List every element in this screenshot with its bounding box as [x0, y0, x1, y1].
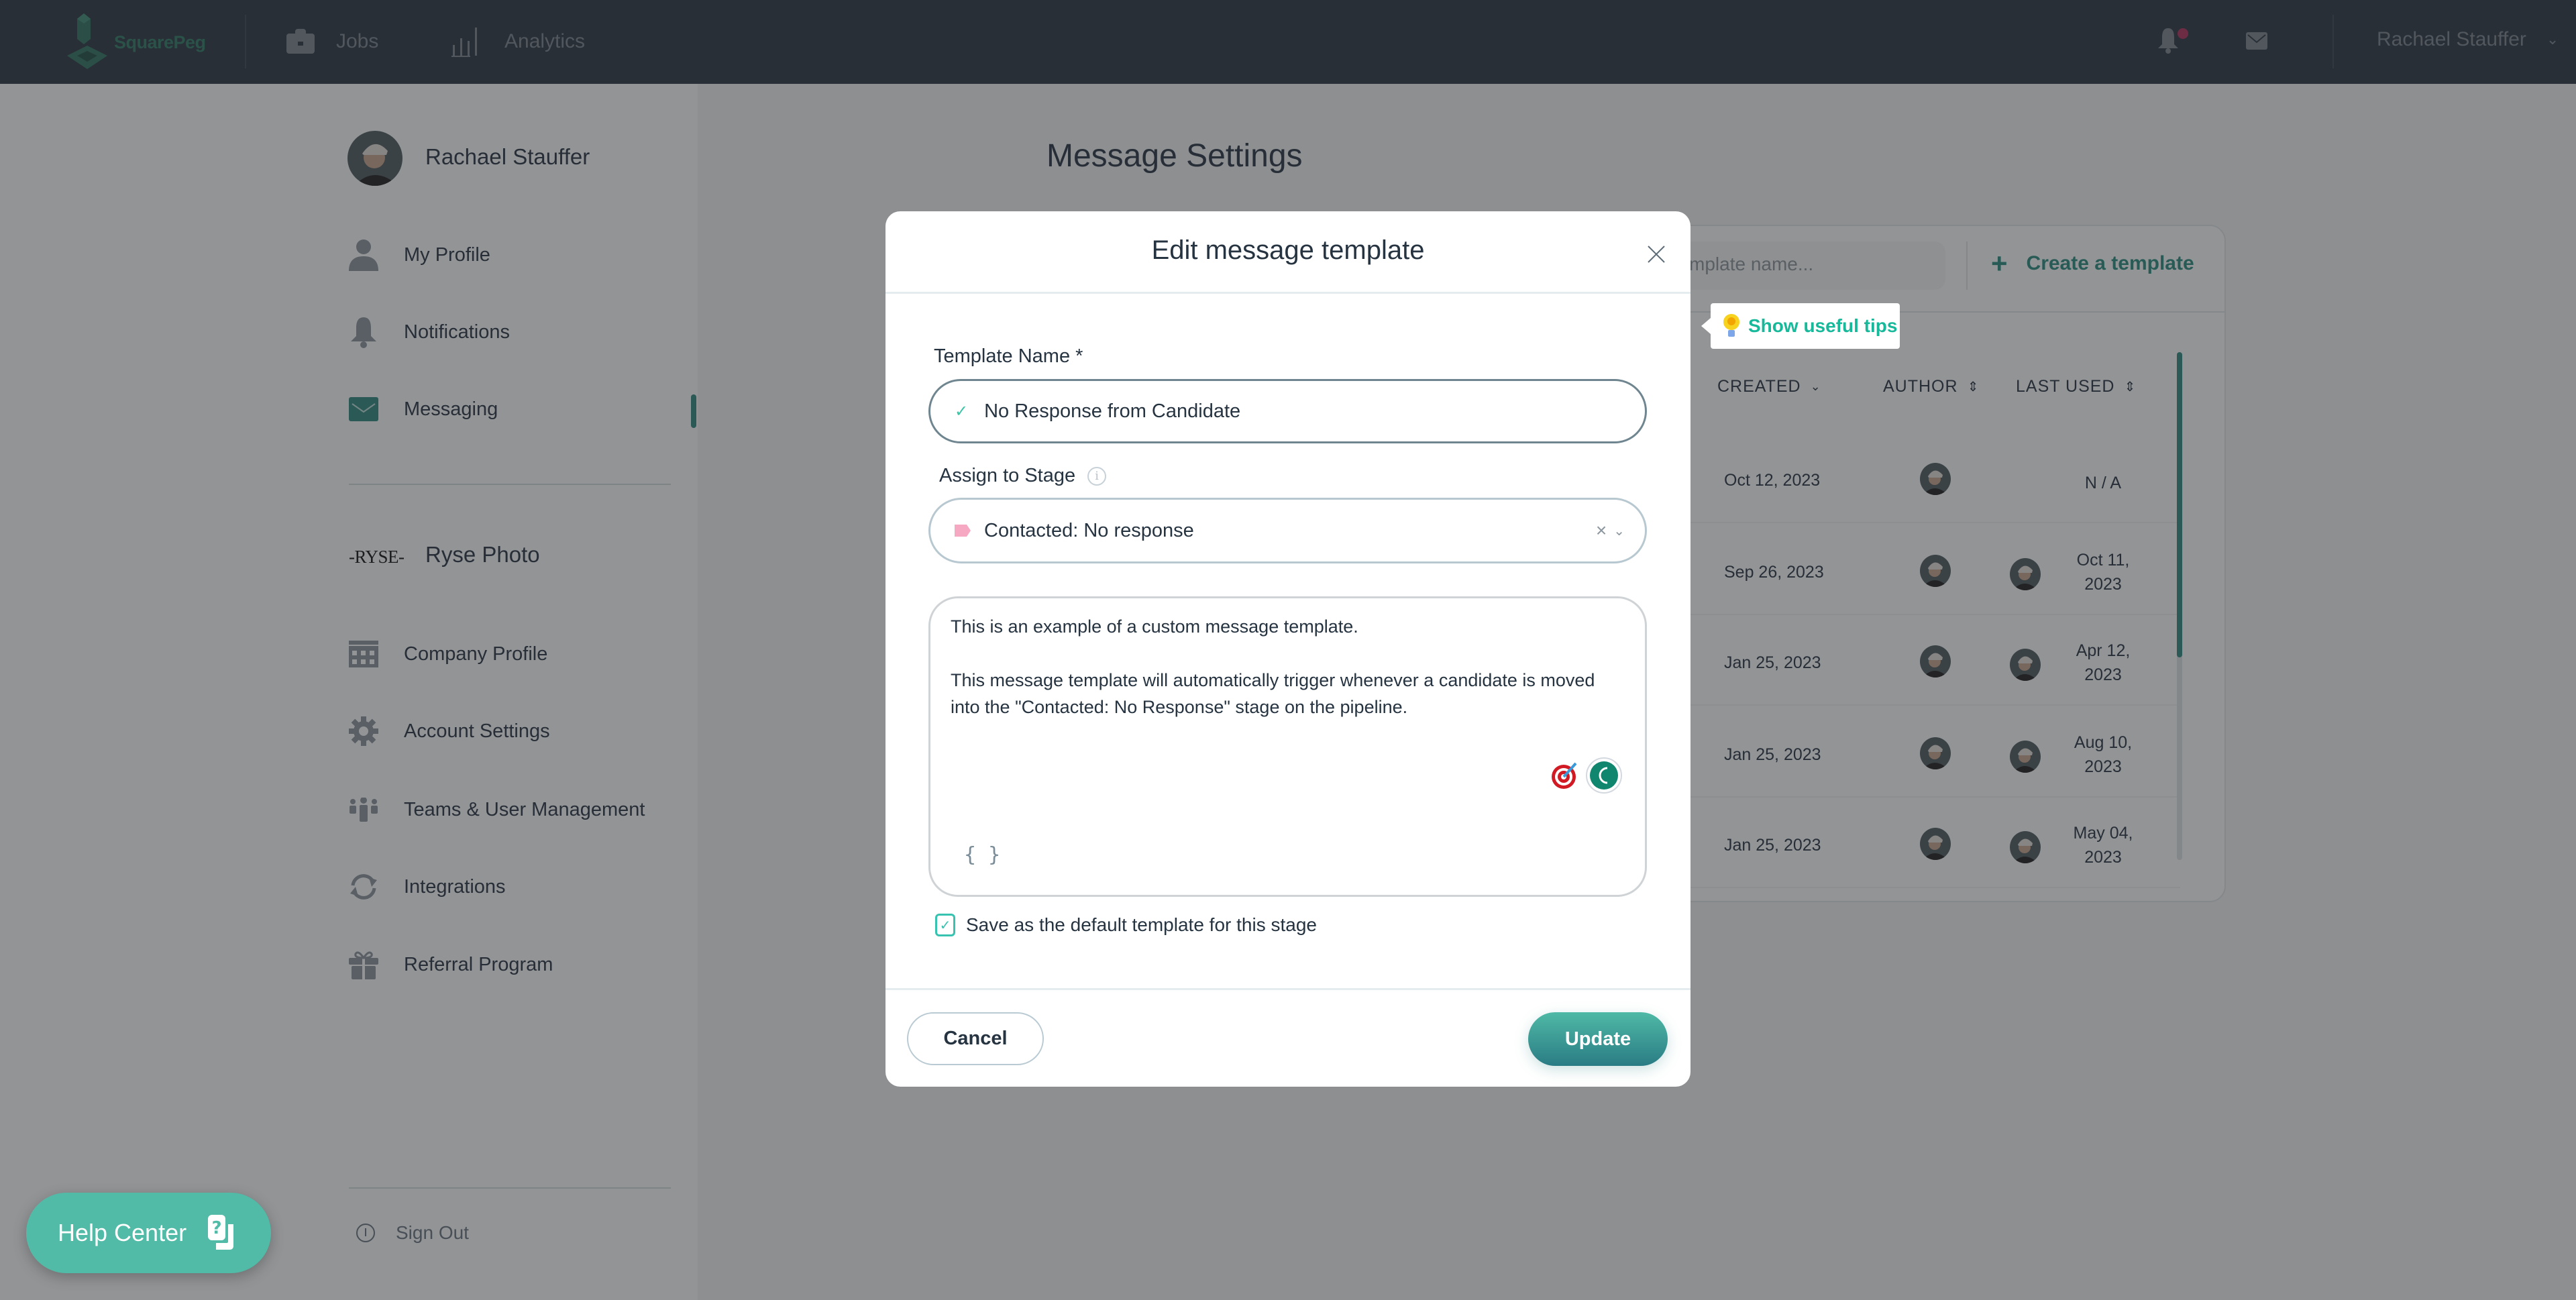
message-paragraph: This is an example of a custom message t… [951, 616, 1358, 637]
lightbulb-icon [1723, 314, 1739, 337]
message-paragraph: This message template will automatically… [951, 670, 1595, 717]
grammarly-icon[interactable] [1585, 757, 1623, 794]
label-text: Template Name * [934, 345, 1083, 367]
help-center-label: Help Center [58, 1219, 187, 1246]
message-body-text[interactable]: This is an example of a custom message t… [951, 613, 1621, 747]
target-icon[interactable] [1550, 761, 1580, 790]
modal-footer-divider [885, 988, 1690, 990]
template-name-value: No Response from Candidate [984, 400, 1241, 422]
svg-text:?: ? [212, 1218, 222, 1238]
help-chat-icon: ? [208, 1215, 234, 1250]
assign-stage-label: Assign to Stage i [939, 465, 1107, 487]
modal-title: Edit message template [1151, 235, 1425, 265]
stage-color-tag-icon [955, 525, 971, 537]
update-button[interactable]: Update [1528, 1012, 1668, 1066]
default-template-label: Save as the default template for this st… [966, 914, 1317, 935]
chevron-down-icon[interactable]: ⌄ [1613, 523, 1625, 539]
close-icon[interactable] [1647, 245, 1666, 264]
clear-selection-icon[interactable]: × [1596, 520, 1607, 541]
message-body-editor[interactable]: This is an example of a custom message t… [928, 596, 1647, 897]
label-text: Assign to Stage [939, 465, 1076, 486]
stage-select[interactable]: Contacted: No response × ⌄ [928, 498, 1647, 563]
help-center-button[interactable]: Help Center ? [26, 1193, 271, 1273]
useful-tips-tooltip[interactable]: Show useful tips [1701, 303, 1900, 349]
edit-template-modal: Edit message template Template Name * ✓ … [885, 211, 1690, 1087]
useful-tips-label: Show useful tips [1748, 315, 1898, 336]
info-icon[interactable]: i [1087, 466, 1107, 486]
stage-select-value: Contacted: No response [984, 519, 1194, 541]
insert-variable-button[interactable]: { } [964, 843, 1000, 867]
default-template-checkbox[interactable]: ✓ [935, 914, 955, 936]
modal-header-divider [885, 292, 1690, 294]
editor-extension-icons [1550, 757, 1623, 794]
valid-check-icon: ✓ [955, 402, 969, 421]
default-template-option[interactable]: ✓ Save as the default template for this … [935, 914, 1317, 936]
template-name-label: Template Name * [934, 345, 1083, 368]
template-name-input[interactable]: ✓ No Response from Candidate [928, 379, 1647, 443]
cancel-button[interactable]: Cancel [907, 1012, 1044, 1065]
